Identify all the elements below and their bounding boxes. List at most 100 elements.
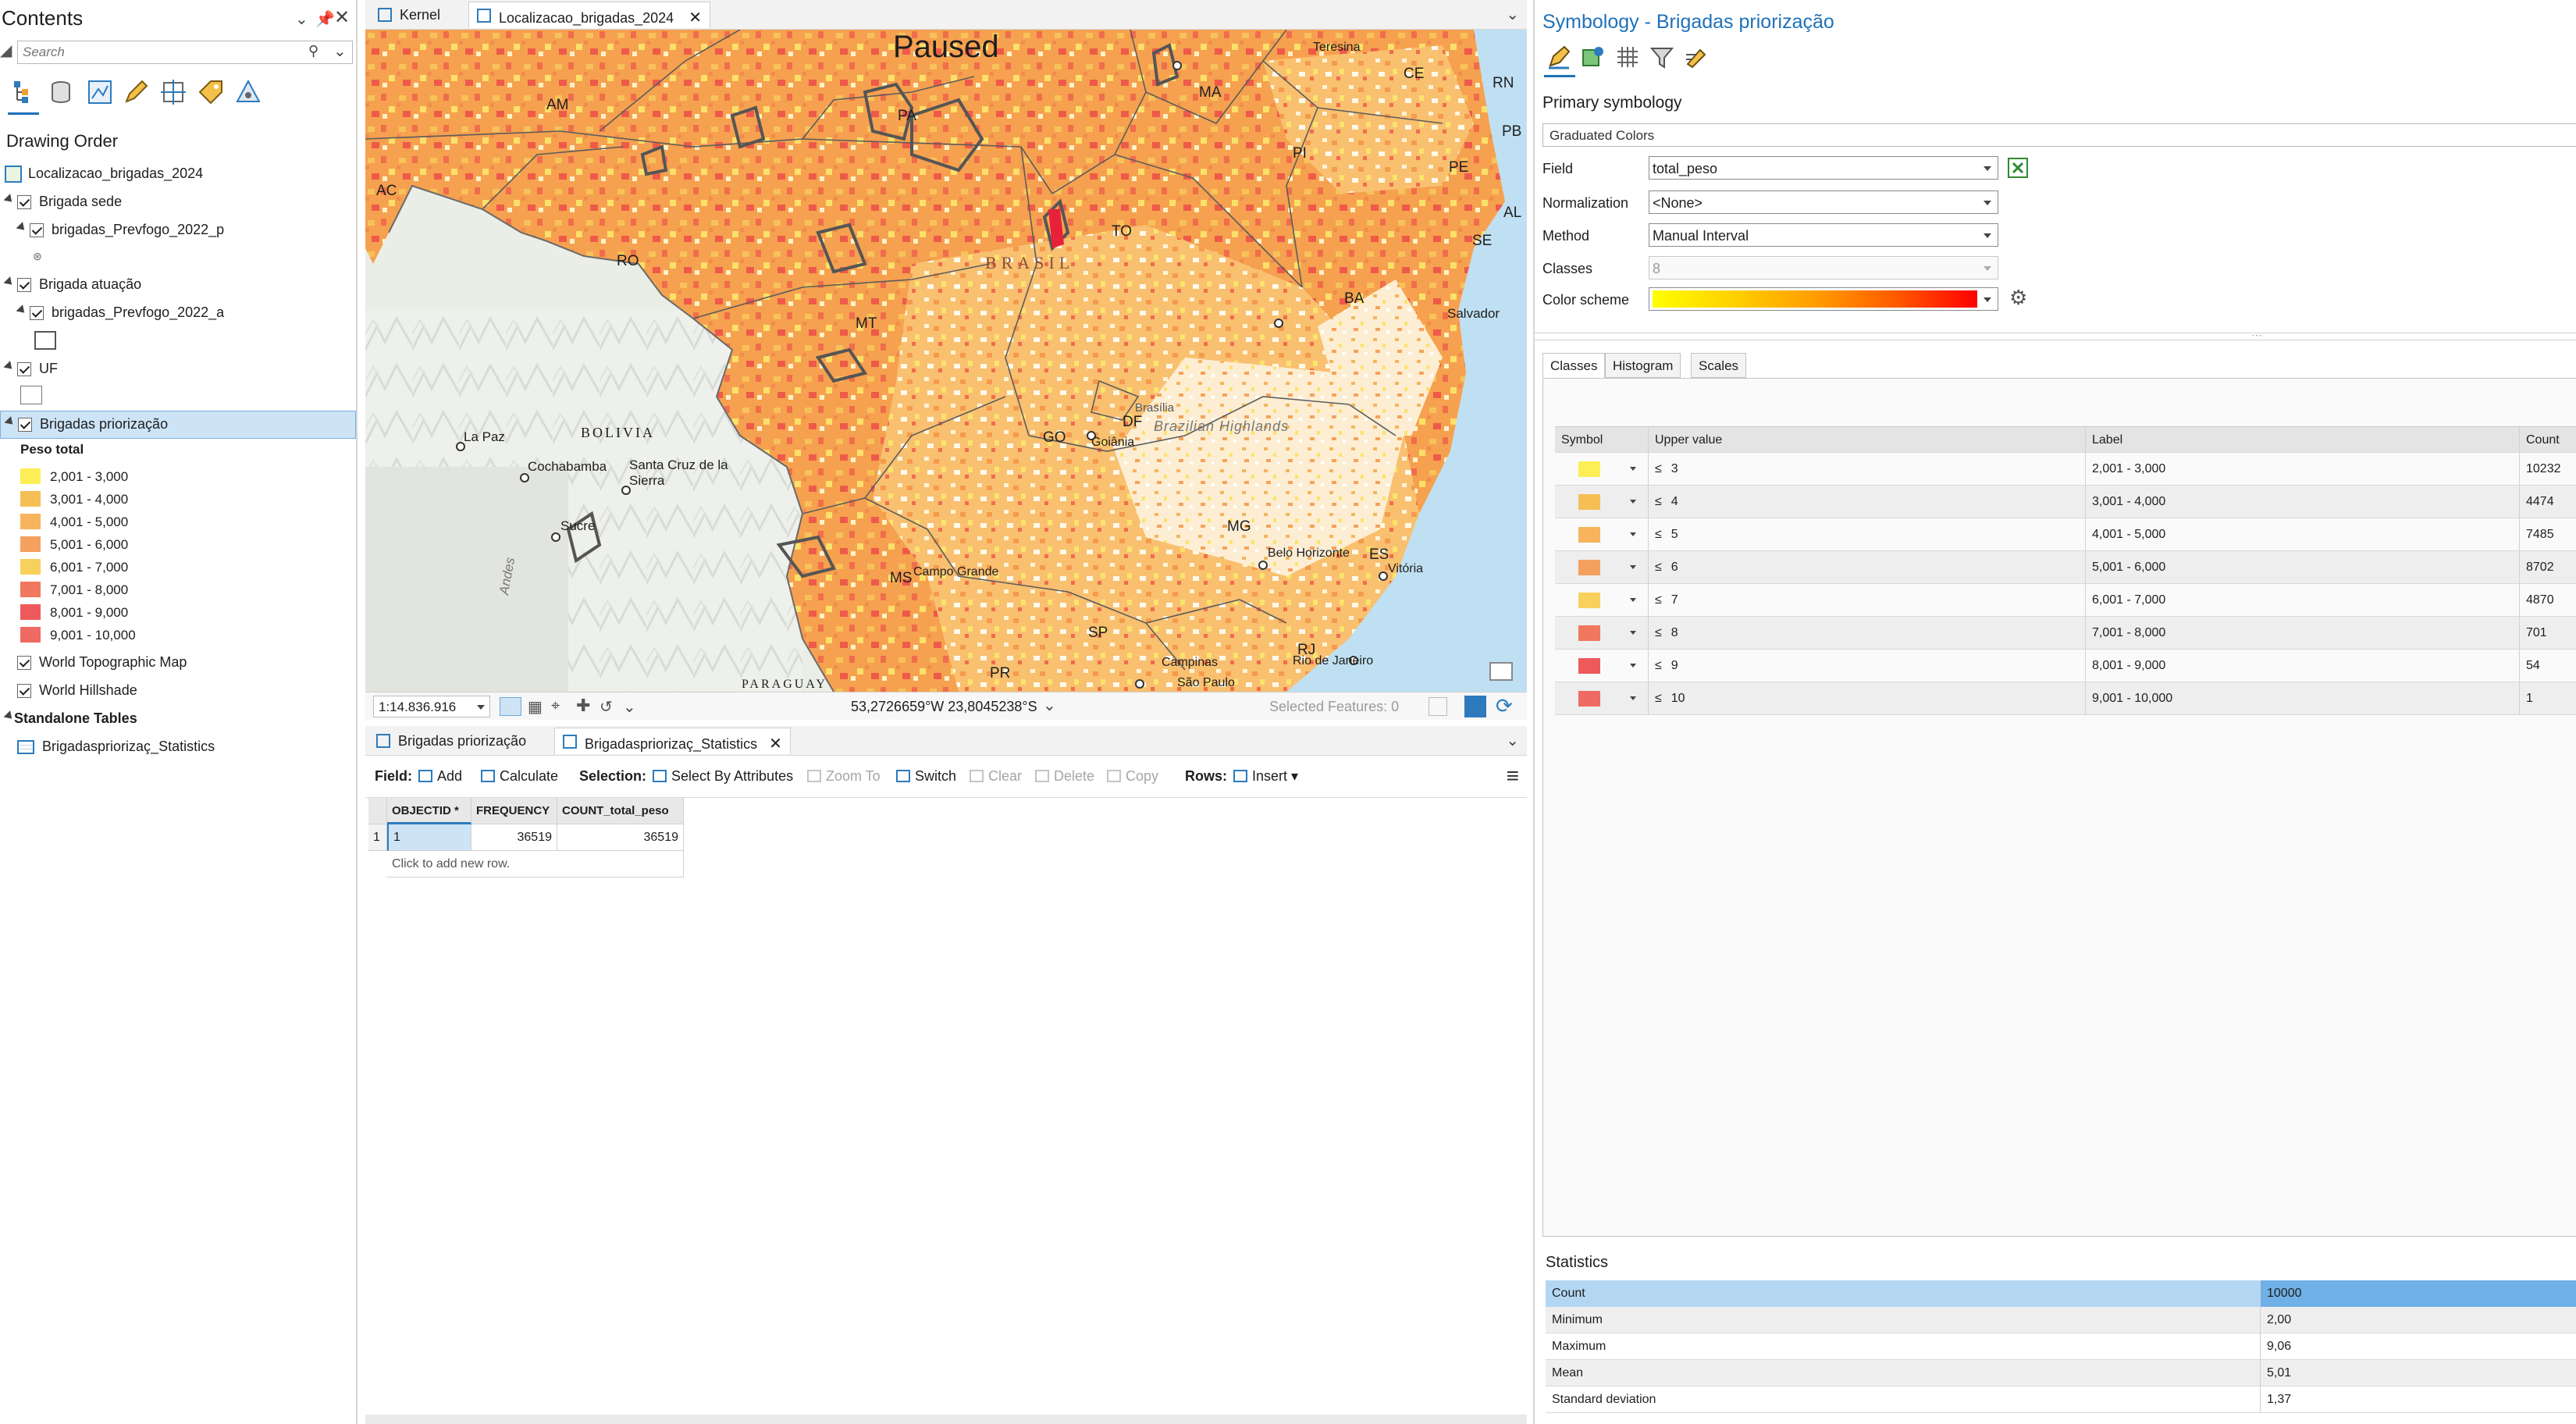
legend-item[interactable]: 9,001 - 10,000 xyxy=(20,624,254,646)
clear-button[interactable]: Clear xyxy=(970,768,1022,785)
delete-button[interactable]: Delete xyxy=(1035,768,1094,785)
search-icon[interactable]: ⚲ xyxy=(308,43,318,59)
crosshair-icon[interactable]: ✚ xyxy=(576,696,590,716)
statistics-row[interactable]: Mean 5,01 xyxy=(1546,1360,2576,1387)
zoom-to-button[interactable]: Zoom To xyxy=(807,768,881,785)
map-canvas[interactable]: Paused AM PA MA CE RN PB PE AL SE PI AC … xyxy=(365,30,1527,692)
statistics-row[interactable]: Standard deviation 1,37 xyxy=(1546,1387,2576,1413)
class-upper-cell[interactable]: ≤7 xyxy=(1649,584,2086,616)
splitter-grip-icon[interactable]: ⋯ xyxy=(2251,329,2262,342)
add-new-row[interactable]: Click to add new row. xyxy=(387,851,684,878)
normalization-dropdown[interactable]: <None> xyxy=(1649,190,1998,214)
expand-icon[interactable] xyxy=(3,276,16,288)
class-label-cell[interactable]: 9,001 - 10,000 xyxy=(2086,682,2520,714)
pan-icon[interactable]: ⌖ xyxy=(551,697,560,715)
class-row[interactable]: ≤7 6,001 - 7,000 4870 xyxy=(1555,584,2576,617)
expand-icon[interactable] xyxy=(3,194,16,205)
refresh-icon[interactable]: ⟳ xyxy=(1496,694,1513,718)
list-by-editing-icon[interactable] xyxy=(122,78,150,106)
class-label-cell[interactable]: 7,001 - 8,000 xyxy=(2086,617,2520,649)
tab-scales[interactable]: Scales xyxy=(1691,353,1747,378)
legend-item[interactable]: 6,001 - 7,000 xyxy=(20,556,254,578)
class-swatch[interactable] xyxy=(1578,593,1600,608)
class-symbol-cell[interactable] xyxy=(1555,486,1649,518)
expand-icon[interactable] xyxy=(16,304,28,316)
statistics-row[interactable]: Maximum 9,06 xyxy=(1546,1333,2576,1360)
legend-item[interactable]: 8,001 - 9,000 xyxy=(20,601,254,624)
chevron-down-icon[interactable] xyxy=(1630,598,1636,602)
chevron-down-icon[interactable] xyxy=(1630,696,1636,700)
pause-drawing-icon[interactable] xyxy=(1464,696,1486,717)
class-label-cell[interactable]: 4,001 - 5,000 xyxy=(2086,518,2520,550)
map-graphics[interactable] xyxy=(365,30,1527,692)
close-icon[interactable]: ✕ xyxy=(334,6,350,29)
symbology-options-icon[interactable] xyxy=(1683,44,1710,70)
class-label-cell[interactable]: 2,001 - 3,000 xyxy=(2086,453,2520,485)
pane-splitter[interactable]: ⋯ xyxy=(1535,329,2576,341)
calculate-field-button[interactable]: Calculate xyxy=(481,768,558,785)
scale-selector[interactable]: 1:14.836.916 xyxy=(373,696,490,717)
overview-icon[interactable] xyxy=(1489,662,1513,681)
toc-map-item[interactable]: Localizacao_brigadas_2024 xyxy=(0,161,356,187)
visibility-checkbox[interactable] xyxy=(17,684,31,698)
expression-icon[interactable] xyxy=(2008,158,2028,178)
expand-icon[interactable] xyxy=(16,222,28,233)
tab-localizacao[interactable]: Localizacao_brigadas_2024 ✕ xyxy=(468,2,710,28)
field-dropdown[interactable]: total_peso xyxy=(1649,156,1998,180)
class-row[interactable]: ≤8 7,001 - 8,000 701 xyxy=(1555,617,2576,650)
close-tab-icon[interactable]: ✕ xyxy=(688,9,702,27)
legend-item[interactable]: 2,001 - 3,000 xyxy=(20,465,254,488)
chevron-down-icon[interactable]: ⌄ xyxy=(623,697,636,717)
class-symbol-cell[interactable] xyxy=(1555,518,1649,550)
tab-brigadas-priorizacao[interactable]: Brigadas priorização xyxy=(368,728,534,754)
statistics-row[interactable]: Minimum 2,00 xyxy=(1546,1307,2576,1333)
class-row[interactable]: ≤5 4,001 - 5,000 7485 xyxy=(1555,518,2576,551)
toc-table-statistics[interactable]: Brigadaspriorizaç_Statistics xyxy=(0,734,356,760)
visibility-checkbox[interactable] xyxy=(17,362,31,376)
class-upper-cell[interactable]: ≤5 xyxy=(1649,518,2086,550)
visibility-checkbox[interactable] xyxy=(30,306,44,320)
pin-icon[interactable]: 📌 xyxy=(315,9,335,29)
chevron-down-icon[interactable] xyxy=(1630,565,1636,569)
class-label-cell[interactable]: 6,001 - 7,000 xyxy=(2086,584,2520,616)
list-by-perspective-icon[interactable] xyxy=(234,78,262,106)
toc-layer-brigada-sede[interactable]: Brigada sede xyxy=(0,189,356,215)
class-swatch[interactable] xyxy=(1578,560,1600,575)
select-by-attributes-button[interactable]: Select By Attributes xyxy=(653,768,793,785)
legend-item[interactable]: 4,001 - 5,000 xyxy=(20,511,254,533)
class-upper-cell[interactable]: ≤9 xyxy=(1649,650,2086,682)
class-symbol-cell[interactable] xyxy=(1555,453,1649,485)
table-cell[interactable]: 36519 xyxy=(557,824,684,851)
list-by-selection-icon[interactable] xyxy=(86,78,114,106)
gear-icon[interactable]: ⚙ xyxy=(2009,286,2027,310)
symbol-layers-icon[interactable] xyxy=(1614,44,1641,70)
toc-layer-brigadas-a[interactable]: brigadas_Prevfogo_2022_a xyxy=(0,300,356,326)
visibility-checkbox[interactable] xyxy=(17,195,31,209)
class-symbol-cell[interactable] xyxy=(1555,682,1649,714)
refresh-box-icon[interactable] xyxy=(1429,697,1447,716)
class-symbol-cell[interactable] xyxy=(1555,584,1649,616)
primary-symbology-icon[interactable] xyxy=(1546,44,1572,70)
list-by-source-icon[interactable] xyxy=(47,78,75,106)
color-scheme-dropdown[interactable] xyxy=(1649,287,1998,311)
class-swatch[interactable] xyxy=(1578,494,1600,510)
chevron-down-icon[interactable]: ⌄ xyxy=(1043,696,1056,715)
toc-layer-brigadas-p[interactable]: brigadas_Prevfogo_2022_p xyxy=(0,217,356,244)
statistics-row[interactable]: Count 10000 xyxy=(1546,1280,2576,1307)
close-tab-icon[interactable]: ✕ xyxy=(769,735,782,753)
class-upper-cell[interactable]: ≤3 xyxy=(1649,453,2086,485)
toc-layer-brigadas-priorizacao[interactable]: Brigadas priorização xyxy=(0,411,356,439)
visibility-checkbox[interactable] xyxy=(17,278,31,292)
class-row[interactable]: ≤9 8,001 - 9,000 54 xyxy=(1555,650,2576,682)
class-swatch[interactable] xyxy=(1578,691,1600,707)
visibility-checkbox[interactable] xyxy=(17,656,31,670)
toc-layer-uf[interactable]: UF xyxy=(0,356,356,383)
class-row[interactable]: ≤3 2,001 - 3,000 10232 xyxy=(1555,453,2576,486)
visibility-checkbox[interactable] xyxy=(30,223,44,237)
class-label-cell[interactable]: 5,001 - 6,000 xyxy=(2086,551,2520,583)
class-upper-cell[interactable]: ≤4 xyxy=(1649,486,2086,518)
tab-list-chevron-icon[interactable]: ⌄ xyxy=(1506,731,1519,750)
chevron-down-icon[interactable] xyxy=(1630,467,1636,471)
column-header[interactable]: COUNT_total_peso xyxy=(557,798,684,824)
chevron-down-icon[interactable] xyxy=(1630,664,1636,668)
